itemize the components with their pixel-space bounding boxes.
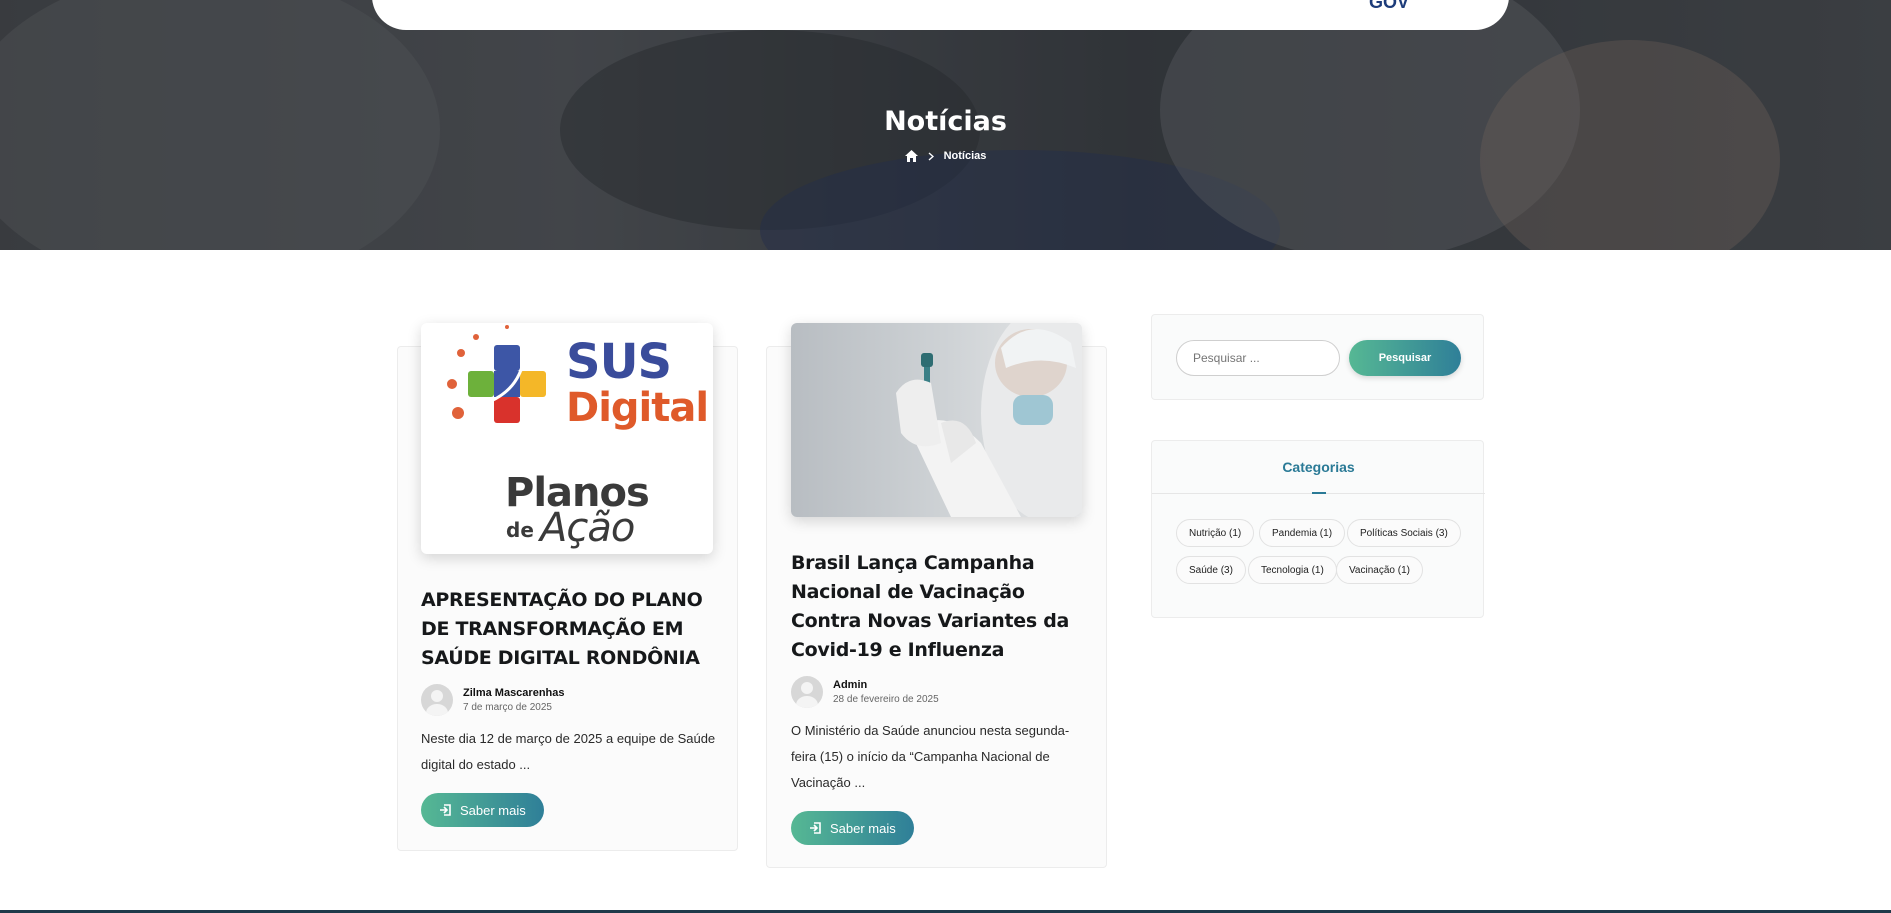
post-title[interactable]: Brasil Lança Campanha Nacional de Vacina…	[791, 549, 1086, 665]
plan-action: Ação	[540, 505, 635, 551]
category-tag[interactable]: Tecnologia (1)	[1248, 556, 1337, 584]
breadcrumb-current: Notícias	[943, 150, 987, 162]
search-input[interactable]	[1176, 340, 1340, 376]
post-date: 7 de março de 2025	[463, 702, 552, 713]
chevron-right-icon	[928, 151, 934, 161]
category-tag[interactable]: Vacinação (1)	[1336, 556, 1423, 584]
post-date: 28 de fevereiro de 2025	[833, 694, 939, 705]
post-title[interactable]: APRESENTAÇÃO DO PLANO DE TRANSFORMAÇÃO E…	[421, 586, 721, 673]
categories-title: Categorias	[1282, 459, 1355, 475]
post-meta: Zilma Mascarenhas 7 de março de 2025	[421, 684, 565, 716]
page-title: Notícias	[884, 106, 1007, 137]
category-tag[interactable]: Pandemia (1)	[1259, 519, 1346, 547]
home-icon[interactable]	[904, 150, 918, 162]
sign-in-icon	[440, 804, 451, 816]
category-tag[interactable]: Saúde (3)	[1176, 556, 1246, 584]
category-tag[interactable]: Nutrição (1)	[1176, 519, 1255, 547]
category-tag[interactable]: Políticas Sociais (3)	[1347, 519, 1461, 547]
post-image[interactable]	[791, 323, 1082, 517]
post-excerpt: O Ministério da Saúde anunciou nesta seg…	[791, 723, 1070, 790]
breadcrumb: Notícias	[0, 150, 1891, 162]
title-underline	[1312, 492, 1326, 494]
read-more-button[interactable]: Saber mais	[791, 811, 914, 845]
post-excerpt: Neste dia 12 de março de 2025 a equipe d…	[421, 731, 716, 772]
search-widget: Pesquisar	[1151, 314, 1484, 400]
avatar	[421, 684, 453, 716]
brand-title: SUS	[566, 334, 672, 390]
post-author[interactable]: Admin	[833, 679, 939, 691]
post-meta: Admin 28 de fevereiro de 2025	[791, 676, 939, 708]
read-more-button[interactable]: Saber mais	[421, 793, 544, 827]
sign-in-icon	[810, 822, 821, 834]
top-header-bar: GOV	[372, 0, 1509, 30]
post-author[interactable]: Zilma Mascarenhas	[463, 687, 565, 699]
categories-widget: Categorias Nutrição (1) Pandemia (1) Pol…	[1151, 440, 1485, 618]
brand-subtitle: Digital	[566, 385, 709, 431]
plan-de: de	[506, 518, 534, 542]
search-button[interactable]: Pesquisar	[1349, 340, 1461, 376]
gov-logo: GOV	[1369, 0, 1410, 10]
avatar	[791, 676, 823, 708]
